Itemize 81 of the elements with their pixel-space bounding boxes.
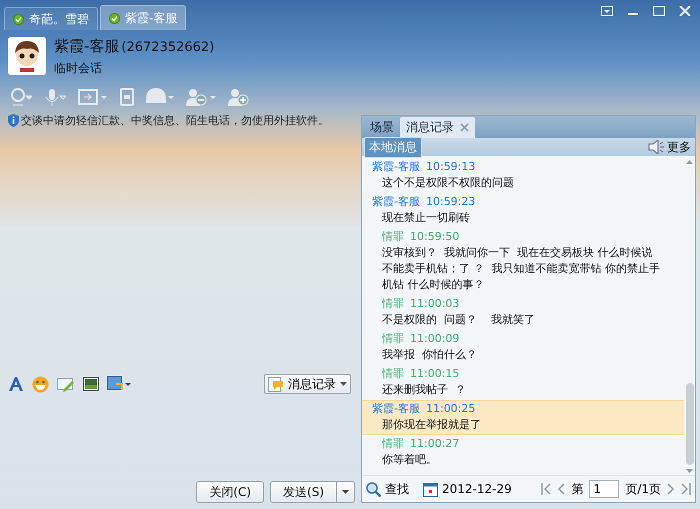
security-notice: 交谈中请勿轻信汇款、中奖信息、陌生电话，勿使用外挂软件。	[21, 113, 329, 128]
send-button[interactable]: 发送(S)	[270, 481, 337, 503]
message-entry[interactable]: 情罪 11:00:27 你等着吧。	[362, 435, 684, 470]
screenshot-icon[interactable]	[107, 376, 131, 392]
avatar[interactable]	[8, 37, 46, 75]
sender-name: 紫霞-客服	[372, 401, 420, 417]
sender-name: 情罪	[382, 331, 404, 347]
online-status-icon	[109, 12, 120, 24]
tablet-icon[interactable]	[120, 88, 134, 106]
pencil-picture-icon[interactable]	[57, 376, 75, 392]
scroll-up-icon	[686, 160, 693, 164]
shield-info-icon	[8, 114, 19, 127]
message-text: 那你现在举报就是了	[381, 417, 482, 433]
message-entry[interactable]: 情罪 11:00:09 我举报 你怕什么？	[362, 330, 684, 365]
message-text: 现在禁止一切刷砖	[381, 210, 471, 226]
add-contact-icon[interactable]	[228, 88, 250, 106]
webcam-icon[interactable]	[10, 88, 32, 106]
message-time: 10:59:23	[426, 194, 476, 210]
message-text: 这个不是权限不权限的问题	[381, 175, 515, 191]
contact-name: 紫霞-客服	[54, 37, 120, 56]
font-icon[interactable]	[8, 376, 24, 392]
sender-name: 情罪	[382, 296, 404, 312]
sender-name: 情罪	[382, 366, 404, 382]
date-label[interactable]: 2012-12-29	[442, 482, 512, 496]
calendar-icon[interactable]	[423, 482, 438, 496]
chat-tab[interactable]: 奇葩。雪碧	[4, 7, 98, 30]
sender-name: 紫霞-客服	[372, 159, 420, 175]
caret-icon	[342, 490, 349, 494]
microphone-icon[interactable]	[44, 88, 66, 106]
more-button[interactable]: 更多	[648, 138, 691, 156]
search-icon	[366, 482, 381, 496]
online-status-icon	[13, 14, 24, 24]
chat-bubble-icon	[268, 376, 284, 392]
cartoon-face-icon	[12, 40, 42, 72]
message-entry[interactable]: 紫霞-客服 10:59:23 现在禁止一切刷砖	[362, 193, 684, 228]
image-icon[interactable]	[83, 376, 99, 392]
maximize-icon[interactable]	[653, 6, 665, 16]
page-number-field[interactable]: 1	[589, 480, 620, 498]
message-time: 11:00:03	[410, 296, 460, 312]
message-entry[interactable]: 情罪 11:00:15 还来删我帖子 ？	[362, 365, 684, 400]
previous-page-icon[interactable]	[557, 483, 566, 495]
scroll-down-icon	[686, 469, 693, 473]
message-entry[interactable]: 紫霞-客服 10:59:13 这个不是权限不权限的问题	[362, 158, 684, 193]
sender-name: 情罪	[382, 229, 404, 245]
sender-name: 情罪	[382, 436, 404, 452]
message-time: 11:00:09	[410, 331, 460, 347]
next-page-icon[interactable]	[667, 483, 675, 495]
close-icon[interactable]	[460, 123, 469, 132]
message-entry[interactable]: 紫霞-客服 11:00:25 那你现在举报就是了	[362, 400, 684, 435]
speaker-icon	[648, 140, 664, 154]
panel-tab[interactable]: 消息记录	[400, 117, 475, 138]
message-text: 没审核到？ 我就问你一下 现在在交易板块 什么时候说不能卖手机钻；了 ？ 我只知道不能卖宽带钻 你的禁止手机钻 什么时候的事？	[381, 245, 661, 293]
dropdown-menu-icon[interactable]	[601, 6, 613, 16]
search-link[interactable]: 查找	[385, 480, 409, 498]
message-time: 11:00:15	[410, 366, 460, 382]
last-page-icon[interactable]	[681, 483, 691, 495]
message-time: 10:59:13	[426, 159, 476, 175]
message-entry[interactable]: 情罪 11:00:03 不是权限的 问题？ 我就笑了	[362, 295, 684, 330]
panel-tab[interactable]: 场景	[364, 117, 400, 138]
page-total-label: 页/1页	[625, 480, 661, 498]
message-text: 我举报 你怕什么？	[381, 347, 478, 363]
smiley-icon[interactable]	[32, 376, 49, 392]
contact-number: (2672352662)	[121, 40, 214, 55]
message-time: 10:59:50	[410, 229, 460, 245]
message-time: 11:00:27	[410, 436, 460, 452]
close-button[interactable]: 关闭(C)	[196, 481, 264, 503]
session-type: 临时会话	[54, 60, 103, 77]
file-transfer-icon[interactable]	[78, 88, 108, 106]
scrollbar-thumb[interactable]	[686, 383, 694, 465]
first-page-icon[interactable]	[541, 483, 552, 495]
sender-name: 紫霞-客服	[372, 194, 420, 210]
send-options-button[interactable]	[337, 481, 355, 503]
page-label: 第	[571, 480, 584, 498]
message-history-button[interactable]: 消息记录	[264, 374, 351, 394]
message-text: 你等着吧。	[381, 452, 438, 468]
message-entry[interactable]: 情罪 10:59:50 没审核到？ 我就问你一下 现在在交易板块 什么时候说不能卖手机钻；了 ？ 我只知道不能卖宽带钻 你的禁止手机钻 什么时候的事？	[362, 228, 684, 295]
caret-icon	[340, 382, 347, 386]
message-time: 11:00:25	[426, 401, 476, 417]
remove-contact-icon[interactable]	[186, 88, 216, 106]
message-text: 不是权限的 问题？ 我就笑了	[381, 312, 536, 328]
message-text: 还来删我帖子 ？	[381, 382, 467, 398]
